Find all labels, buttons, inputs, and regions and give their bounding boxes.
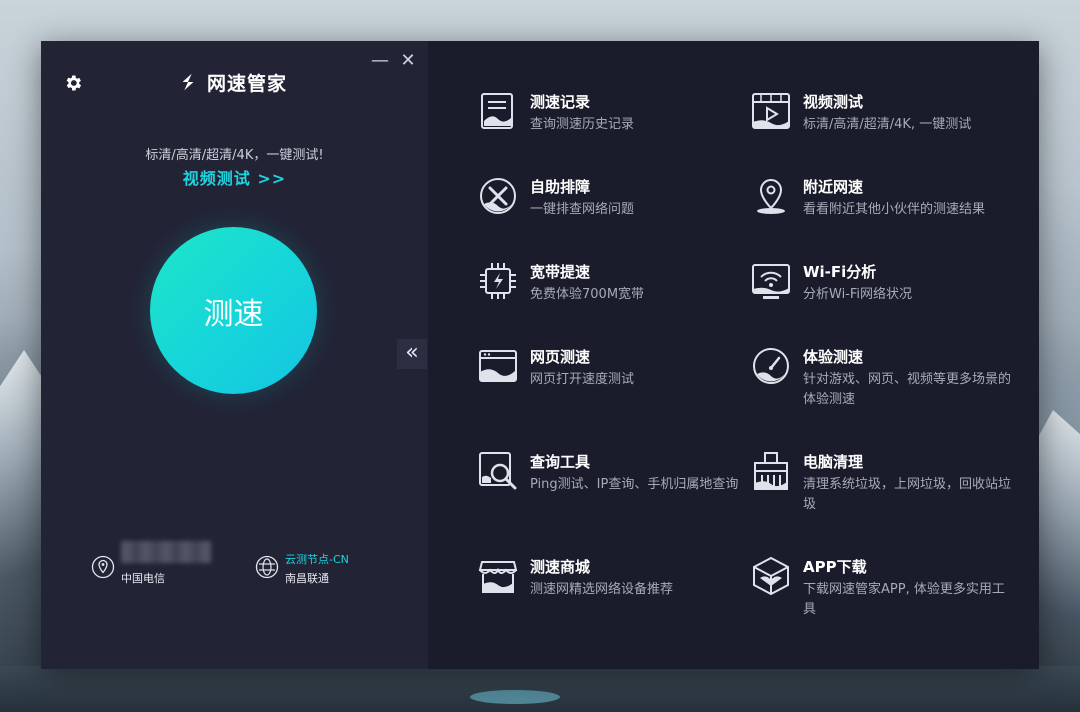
feature-desc: 一键排查网络问题 (530, 202, 635, 217)
feature-app-download[interactable]: APP下载 下载网速管家APP, 体验更多实用工具 (751, 556, 1021, 622)
double-chevron-left-icon: « (405, 340, 419, 365)
feature-speed-store[interactable]: 测速商城 测速网精选网络设备推荐 (478, 556, 748, 606)
close-button[interactable]: ✕ (398, 51, 418, 71)
collapse-panel-button[interactable]: « (397, 339, 427, 369)
feature-title: 体验测速 (803, 348, 864, 366)
feature-webpage-speed[interactable]: 网页测速 网页打开速度测试 (478, 346, 748, 396)
test-node-selector[interactable]: 云测节点-CN (285, 551, 349, 567)
feature-desc: 免费体验700M宽带 (530, 287, 645, 302)
chip-lightning-icon (480, 263, 516, 299)
minimize-button[interactable]: — (370, 51, 390, 71)
feature-pc-cleanup[interactable]: 电脑清理 清理系统垃圾，上网垃圾，回收站垃圾 (751, 451, 1021, 517)
feature-title: 附近网速 (803, 178, 864, 196)
feature-desc: 下载网速管家APP, 体验更多实用工具 (803, 582, 1005, 617)
isp-label: 中国电信 (121, 572, 165, 585)
feature-wifi-analysis[interactable]: Wi-Fi分析 分析Wi-Fi网络状况 (751, 261, 1021, 311)
document-list-icon (481, 93, 513, 129)
feature-title: Wi-Fi分析 (803, 263, 877, 281)
video-test-link[interactable]: 视频测试 >> (41, 165, 428, 189)
store-icon (478, 561, 518, 593)
feature-title: 测速商城 (530, 558, 591, 576)
cube-download-icon (753, 556, 789, 596)
feature-nearby-speed[interactable]: 附近网速 看看附近其他小伙伴的测速结果 (751, 176, 1021, 226)
wrench-tools-icon (480, 178, 516, 214)
feature-title: 查询工具 (530, 453, 591, 471)
browser-window-icon (479, 350, 517, 382)
feature-query-tools[interactable]: 查询工具 Ping测试、IP查询、手机归属地查询 (478, 451, 748, 517)
magnifier-icon (479, 452, 517, 490)
feature-desc: 测速网精选网络设备推荐 (530, 582, 674, 597)
promo-tagline: 标清/高清/超清/4K，一键测试! (145, 148, 324, 163)
lake-background (470, 690, 560, 704)
feature-experience-speed[interactable]: 体验测速 针对游戏、网页、视频等更多场景的体验测速 (751, 346, 1021, 412)
speedometer-icon (753, 348, 789, 384)
broom-icon (754, 452, 788, 490)
feature-desc: 清理系统垃圾，上网垃圾，回收站垃圾 (803, 477, 1012, 512)
app-window: 网速管家 — ✕ 标清/高清/超清/4K，一键测试! 视频测试 >> 测速 中国… (41, 41, 1039, 669)
feature-desc: Ping测试、IP查询、手机归属地查询 (530, 477, 739, 492)
logo-s-icon (182, 73, 194, 91)
feature-title: 视频测试 (803, 93, 864, 111)
feature-desc: 标清/高清/超清/4K, 一键测试 (803, 117, 972, 132)
feature-troubleshoot[interactable]: 自助排障 一键排查网络问题 (478, 176, 748, 226)
feature-desc: 看看附近其他小伙伴的测速结果 (803, 202, 986, 217)
location-pin-icon (91, 555, 115, 579)
left-panel: 网速管家 — ✕ 标清/高清/超清/4K，一键测试! 视频测试 >> 测速 中国… (41, 41, 428, 669)
feature-desc: 针对游戏、网页、视频等更多场景的体验测速 (803, 372, 1012, 407)
feature-video-test[interactable]: 视频测试 标清/高清/超清/4K, 一键测试 (751, 91, 1021, 141)
globe-icon[interactable] (255, 555, 279, 579)
start-speed-test-button[interactable]: 测速 (150, 227, 317, 394)
wifi-monitor-icon (752, 264, 790, 299)
location-pin-icon (757, 178, 785, 214)
feature-speed-records[interactable]: 测速记录 查询测速历史记录 (478, 91, 748, 141)
speed-button-label: 测速 (203, 296, 264, 332)
video-play-icon (752, 93, 790, 129)
feature-title: 网页测速 (530, 348, 591, 366)
gear-icon[interactable] (63, 73, 83, 93)
feature-title: 测速记录 (530, 93, 591, 111)
feature-desc: 分析Wi-Fi网络状况 (803, 287, 913, 302)
feature-desc: 网页打开速度测试 (530, 372, 635, 387)
feature-title: APP下载 (803, 558, 867, 576)
feature-panel: 测速记录 查询测速历史记录 视频测试 标清/高清/超清/4K, 一键测试 自助排… (428, 41, 1039, 669)
feature-title: 电脑清理 (803, 453, 864, 471)
node-isp-label: 南昌联通 (285, 572, 329, 585)
feature-broadband-boost[interactable]: 宽带提速 免费体验700M宽带 (478, 261, 748, 311)
app-title: 网速管家 (207, 72, 288, 95)
feature-title: 自助排障 (530, 178, 591, 196)
ip-address-redacted (121, 541, 211, 563)
feature-desc: 查询测速历史记录 (530, 117, 635, 132)
app-logo: 网速管家 (177, 69, 287, 95)
valley-background (0, 666, 1080, 712)
feature-title: 宽带提速 (530, 263, 591, 281)
